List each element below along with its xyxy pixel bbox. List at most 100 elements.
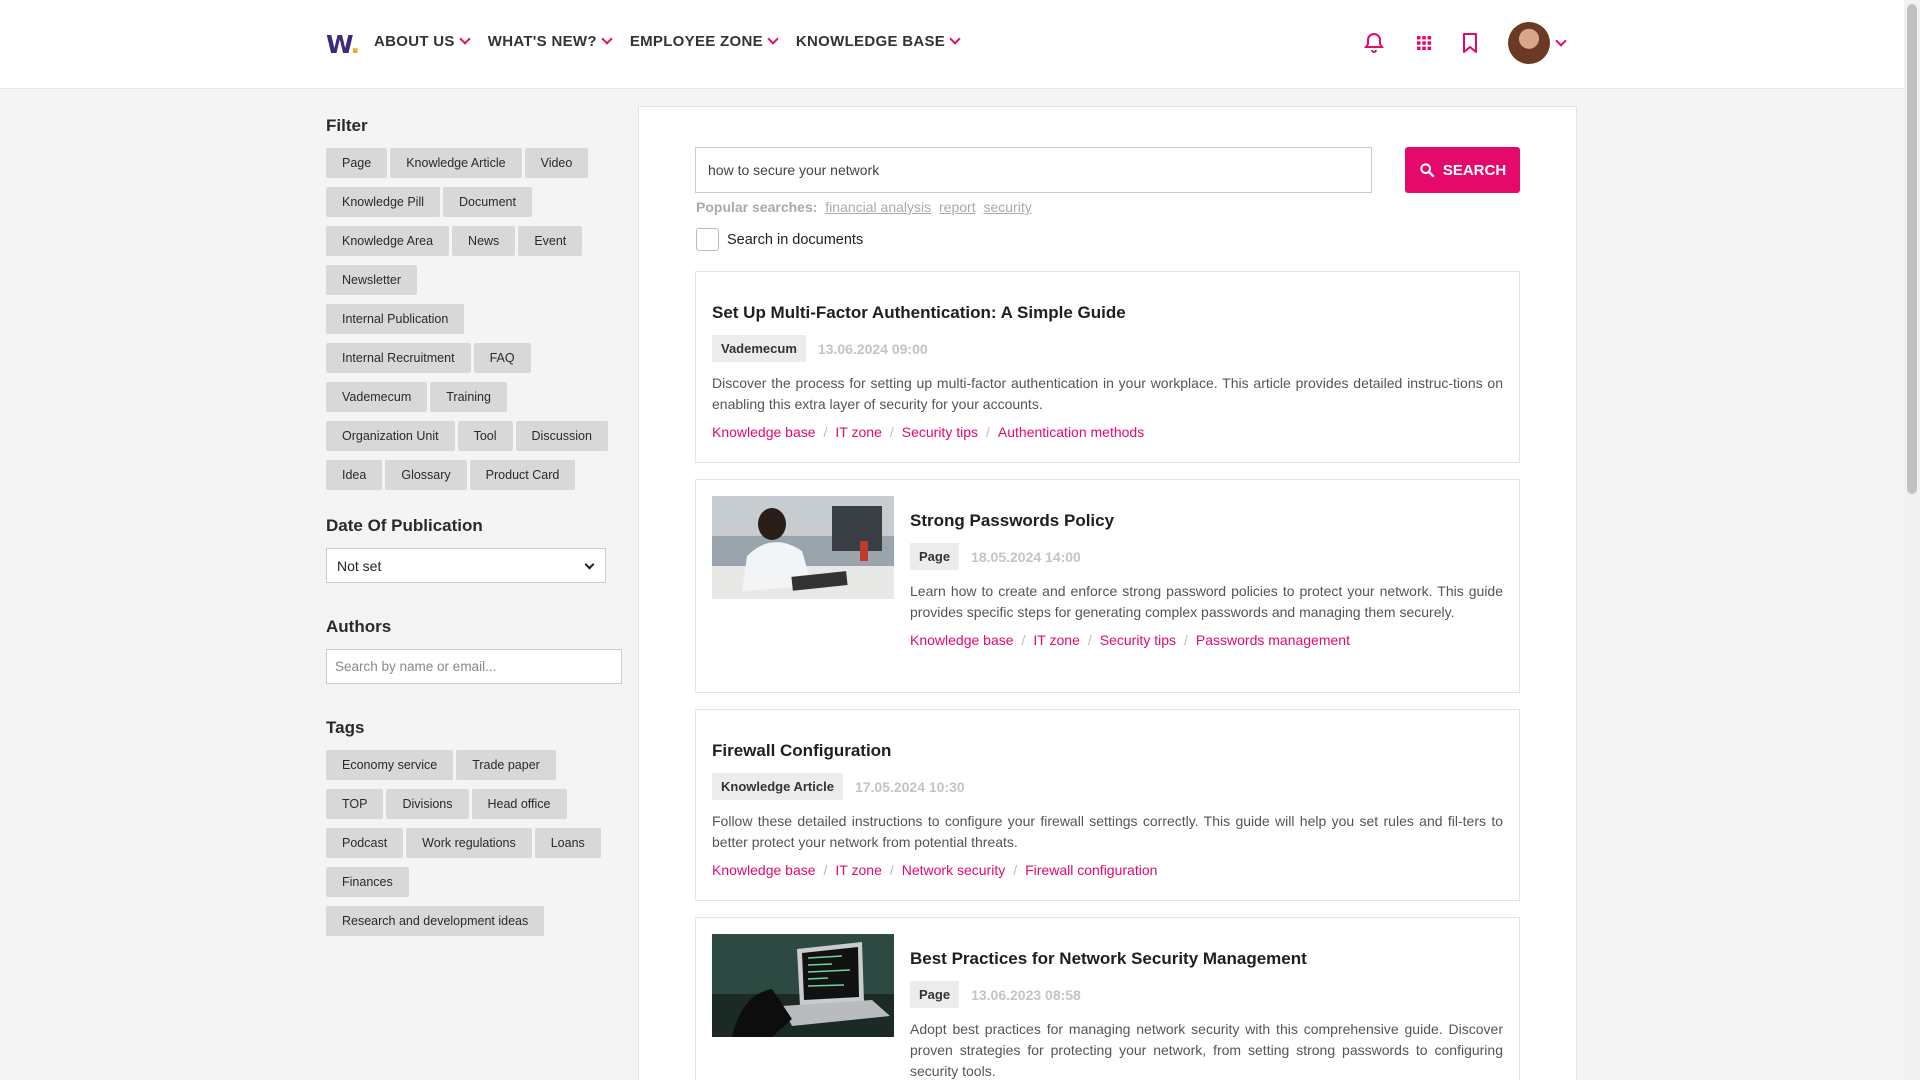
breadcrumb-link[interactable]: Security tips (902, 424, 978, 440)
result-date: 13.06.2023 08:58 (971, 986, 1081, 1003)
nav-whats-new[interactable]: WHAT'S NEW? (488, 33, 613, 50)
scrollbar-thumb[interactable] (1907, 4, 1917, 494)
filter-chip[interactable]: Internal Recruitment (326, 343, 471, 373)
filter-chips: Page Knowledge Article Video Knowledge P… (326, 148, 616, 490)
user-avatar[interactable] (1508, 22, 1550, 64)
tag-chip[interactable]: Head office (471, 789, 567, 819)
popular-search-link[interactable]: security (983, 199, 1031, 215)
tag-chip[interactable]: Trade paper (456, 750, 556, 780)
breadcrumb-link[interactable]: Knowledge base (712, 862, 816, 878)
breadcrumb-link[interactable]: IT zone (835, 424, 881, 440)
top-navigation-bar: W. ABOUT US WHAT'S NEW? EMPLOYEE ZONE KN… (0, 0, 1904, 89)
breadcrumb-link[interactable]: Knowledge base (712, 424, 816, 440)
result-title[interactable]: Set Up Multi-Factor Authentication: A Si… (712, 303, 1503, 323)
nav-about-us[interactable]: ABOUT US (374, 33, 471, 50)
filter-chip[interactable]: FAQ (473, 343, 531, 373)
filter-chip[interactable]: Organization Unit (326, 421, 455, 451)
breadcrumb-link[interactable]: IT zone (835, 862, 881, 878)
search-icon (1420, 163, 1434, 178)
tag-chip[interactable]: Research and development ideas (326, 906, 545, 936)
filter-chip[interactable]: Event (518, 226, 583, 256)
main-nav: ABOUT US WHAT'S NEW? EMPLOYEE ZONE KNOWL… (374, 33, 961, 50)
page-scrollbar[interactable] (1904, 0, 1920, 1080)
bell-icon[interactable] (1362, 31, 1386, 55)
tag-chips: Economy service Trade paper TOP Division… (326, 750, 616, 936)
filter-chip[interactable]: Video (524, 148, 589, 178)
filter-chip[interactable]: Newsletter (326, 265, 418, 295)
content-type-badge: Vademecum (712, 335, 806, 362)
company-logo[interactable]: W. (326, 30, 360, 59)
filter-chip[interactable]: Discussion (515, 421, 608, 451)
breadcrumb-link[interactable]: Firewall configuration (1025, 862, 1157, 878)
result-thumbnail[interactable] (712, 934, 894, 1037)
breadcrumb: Knowledge base / IT zone / Network securit… (712, 862, 1158, 878)
tag-chip[interactable]: Podcast (326, 828, 404, 858)
result-title[interactable]: Firewall Configuration (712, 741, 1503, 761)
result-date: 13.06.2024 09:00 (817, 340, 928, 357)
breadcrumb-link[interactable]: Security tips (1100, 632, 1176, 648)
nav-employee-zone[interactable]: EMPLOYEE ZONE (630, 33, 779, 50)
filter-chip[interactable]: Glossary (385, 460, 467, 490)
result-date: 18.05.2024 14:00 (971, 548, 1081, 565)
search-result-card: Firewall Configuration Knowledge Article… (695, 709, 1520, 901)
date-of-publication-select[interactable]: Not set (326, 548, 606, 583)
filter-sidebar: Filter Page Knowledge Article Video Know… (326, 116, 626, 936)
search-button-label: SEARCH (1442, 161, 1507, 179)
search-input[interactable]: how to secure your network (695, 147, 1372, 193)
authors-title: Authors (326, 617, 392, 636)
filter-chip[interactable]: Training (430, 382, 507, 412)
content-type-badge: Knowledge Article (712, 773, 843, 800)
content-type-badge: Page (910, 981, 960, 1008)
result-title[interactable]: Best Practices for Network Security Mana… (910, 949, 1503, 969)
search-button[interactable]: SEARCH (1405, 147, 1520, 193)
search-result-card: Set Up Multi-Factor Authentication: A Si… (695, 271, 1520, 463)
breadcrumb-link[interactable]: Network security (902, 862, 1005, 878)
breadcrumb-link[interactable]: Knowledge base (910, 632, 1014, 648)
popular-search-link[interactable]: report (939, 199, 976, 215)
tag-chip[interactable]: Economy service (326, 750, 454, 780)
chevron-down-icon (584, 559, 595, 570)
popular-search-link[interactable]: financial analysis (825, 199, 931, 215)
chevron-down-icon (459, 33, 471, 45)
result-title[interactable]: Strong Passwords Policy (910, 511, 1503, 531)
search-in-documents-label: Search in documents (727, 231, 864, 248)
breadcrumb-link[interactable]: Authentication methods (998, 424, 1144, 440)
chevron-down-icon (601, 33, 613, 45)
filter-chip[interactable]: Internal Publication (326, 304, 465, 334)
date-select-value: Not set (337, 558, 382, 574)
filter-chip[interactable]: Product Card (469, 460, 576, 490)
search-result-card: Strong Passwords Policy Page 18.05.2024 … (695, 479, 1520, 693)
search-result-card: Best Practices for Network Security Mana… (695, 917, 1520, 1080)
tag-chip[interactable]: Work regulations (406, 828, 532, 858)
result-date: 17.05.2024 10:30 (854, 778, 965, 795)
date-of-publication-title: Date Of Publication (326, 516, 483, 535)
filter-chip[interactable]: Document (443, 187, 532, 217)
tag-chip[interactable]: Finances (326, 867, 409, 897)
chevron-down-icon (767, 33, 779, 45)
popular-searches-label: Popular searches: (696, 199, 818, 215)
grid-icon[interactable] (1412, 31, 1436, 55)
filter-chip[interactable]: News (452, 226, 516, 256)
filter-chip[interactable]: Vademecum (326, 382, 428, 412)
result-thumbnail[interactable] (712, 496, 894, 599)
authors-search-input[interactable]: Search by name or email... (326, 649, 622, 684)
breadcrumb-link[interactable]: IT zone (1033, 632, 1079, 648)
breadcrumb-link[interactable]: Passwords management (1196, 632, 1350, 648)
popular-searches: Popular searches: financial analysis rep… (696, 199, 1032, 215)
tag-chip[interactable]: Loans (534, 828, 601, 858)
filter-chip[interactable]: Knowledge Pill (326, 187, 440, 217)
bookmark-icon[interactable] (1458, 31, 1482, 55)
tag-chip[interactable]: Divisions (386, 789, 469, 819)
tag-chip[interactable]: TOP (326, 789, 384, 819)
filter-chip[interactable]: Idea (326, 460, 383, 490)
filter-chip[interactable]: Page (326, 148, 388, 178)
breadcrumb: Knowledge base / IT zone / Security tips / … (712, 424, 1145, 440)
filter-chip[interactable]: Tool (457, 421, 513, 451)
chevron-down-icon (949, 33, 961, 45)
filter-chip[interactable]: Knowledge Article (390, 148, 522, 178)
search-in-documents-checkbox[interactable] (696, 228, 719, 251)
nav-knowledge-base[interactable]: KNOWLEDGE BASE (796, 33, 961, 50)
content-type-badge: Page (910, 543, 960, 570)
chevron-down-icon[interactable] (1555, 35, 1567, 47)
filter-chip[interactable]: Knowledge Area (326, 226, 450, 256)
